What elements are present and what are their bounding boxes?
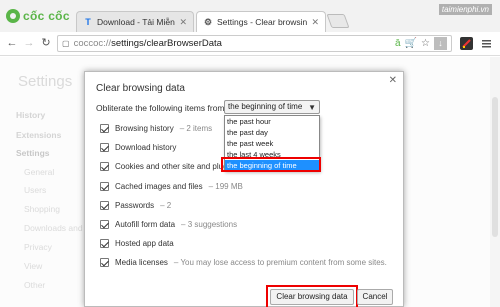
logo-text: cốc cốc (23, 9, 70, 23)
cancel-button[interactable]: Cancel (357, 289, 393, 305)
checkbox[interactable] (100, 220, 109, 229)
checkbox-label: Browsing history (115, 124, 174, 133)
checkbox[interactable] (100, 182, 109, 191)
shopping-cart-icon[interactable]: 🛒 (405, 38, 417, 49)
url-host: coccoc:// (73, 38, 112, 49)
checkbox-row-cached-images[interactable]: Cached images and files – 199 MB (100, 182, 243, 191)
dropdown-arrow-icon: ▼ (308, 103, 316, 112)
pen-icon (462, 39, 471, 48)
gear-icon: ⚙ (203, 16, 213, 27)
checkbox-label: Download history (115, 143, 177, 152)
checkbox[interactable] (100, 124, 109, 133)
watermark: taimienphi.vn (438, 4, 492, 15)
coccoc-logo-icon (6, 9, 20, 23)
clear-browsing-data-dialog: Clear browsing data ✕ Obliterate the fol… (84, 71, 404, 307)
download-icon[interactable]: ↓ (434, 37, 447, 50)
obliterate-label: Obliterate the following items from: (96, 103, 227, 113)
range-option-past-week[interactable]: the past week (225, 138, 319, 149)
new-tab-button[interactable] (326, 14, 350, 28)
hamburger-icon (482, 40, 491, 48)
tab-settings[interactable]: ⚙ Settings - Clear browsing ✕ (196, 11, 326, 32)
checkbox-label: Autofill form data (115, 220, 176, 229)
checkbox-label: Media licenses (115, 258, 168, 267)
dialog-title: Clear browsing data (96, 83, 185, 94)
address-bar[interactable]: ▢ coccoc://settings/clearBrowserData ā 🛒… (57, 35, 452, 52)
checkbox-detail: – 199 MB (208, 182, 243, 191)
coccoc-logo[interactable]: cốc cốc (6, 9, 70, 23)
close-icon[interactable]: ✕ (389, 75, 397, 86)
checkbox-row-autofill[interactable]: Autofill form data – 3 suggestions (100, 220, 237, 229)
checkbox-label: Passwords (115, 201, 155, 210)
button-highlight-box (266, 285, 358, 307)
menu-icon[interactable] (480, 37, 493, 50)
time-range-value: the beginning of time (228, 102, 303, 111)
checkbox-row-media-licenses[interactable]: Media licenses – You may lose access to … (100, 258, 387, 267)
tab-title: Download - Tải Miễn Phí (97, 17, 175, 27)
checkbox-row-browsing-history[interactable]: Browsing history – 2 items (100, 124, 212, 133)
checkbox[interactable] (100, 162, 109, 171)
range-option-past-day[interactable]: the past day (225, 127, 319, 138)
checkbox-row-hosted-app-data[interactable]: Hosted app data (100, 239, 174, 248)
checkbox-label: Cached images and files (115, 182, 203, 191)
star-icon[interactable]: ☆ (421, 38, 430, 49)
forward-arrow-icon[interactable]: → (22, 36, 36, 50)
tab-download[interactable]: T Download - Tải Miễn Phí ✕ (76, 11, 194, 32)
checkbox-detail: – 2 (160, 201, 172, 210)
option-highlight-box (221, 157, 321, 172)
checkbox[interactable] (100, 143, 109, 152)
time-range-select[interactable]: the beginning of time ▼ (224, 100, 320, 114)
tab-strip: cốc cốc T Download - Tải Miễn Phí ✕ ⚙ Se… (0, 0, 500, 32)
taimienphi-favicon-icon: T (85, 17, 91, 27)
tab-title: Settings - Clear browsing (217, 17, 308, 27)
url-text[interactable]: coccoc://settings/clearBrowserData (74, 38, 391, 49)
checkbox-row-passwords[interactable]: Passwords – 2 (100, 201, 171, 210)
close-icon[interactable]: ✕ (311, 17, 319, 28)
checkbox-detail: – You may lose access to premium content… (173, 258, 387, 267)
extension-icon[interactable] (460, 37, 473, 50)
checkbox-detail: – 3 suggestions (181, 220, 238, 229)
checkbox-row-download-history[interactable]: Download history (100, 143, 176, 152)
range-option-past-hour[interactable]: the past hour (225, 116, 319, 127)
checkbox[interactable] (100, 201, 109, 210)
url-path: settings/clearBrowserData (111, 38, 222, 49)
page-icon: ▢ (62, 39, 70, 48)
back-arrow-icon[interactable]: ← (5, 36, 19, 50)
checkbox[interactable] (100, 258, 109, 267)
checkbox-detail: – 2 items (179, 124, 213, 133)
reload-icon[interactable]: ↻ (39, 36, 53, 50)
translate-icon[interactable]: ā (395, 38, 401, 49)
checkbox[interactable] (100, 239, 109, 248)
toolbar: ← → ↻ ▢ coccoc://settings/clearBrowserDa… (0, 32, 500, 56)
checkbox-label: Hosted app data (115, 239, 174, 248)
close-icon[interactable]: ✕ (179, 17, 187, 28)
